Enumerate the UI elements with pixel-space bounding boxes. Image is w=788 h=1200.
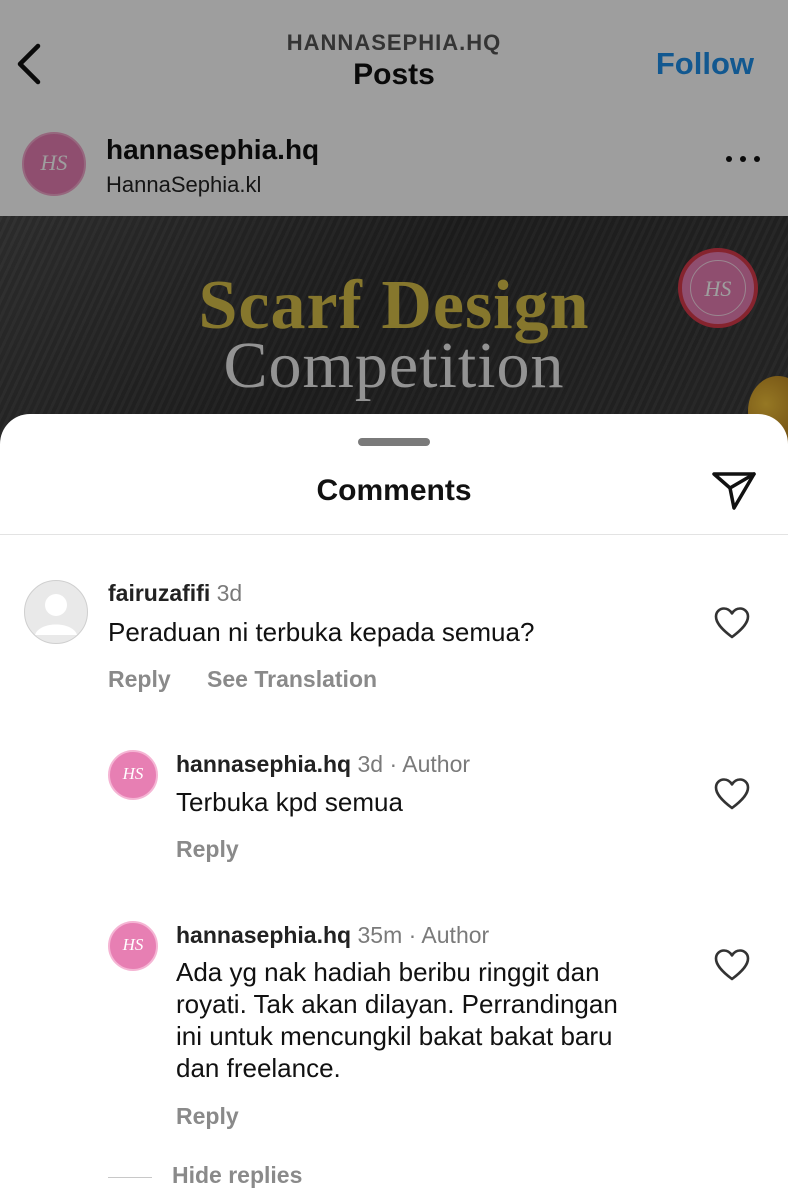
- avatar-monogram: HS: [122, 935, 144, 954]
- comment-actions: Reply: [176, 836, 269, 863]
- reply-button[interactable]: Reply: [176, 836, 239, 862]
- comment-text: Peraduan ni terbuka kepada semua?: [108, 616, 534, 648]
- share-button[interactable]: [710, 468, 758, 512]
- comment-time: 3d: [357, 751, 384, 777]
- comment-text: Terbuka kpd semua: [176, 786, 403, 818]
- comment-username[interactable]: fairuzafifi: [108, 580, 210, 606]
- heart-icon: [714, 949, 750, 981]
- sheet-grabber[interactable]: [358, 438, 430, 446]
- reply-item: HS hannasephia.hq 35m · Author Ada yg na…: [0, 414, 788, 1129]
- hide-replies-button[interactable]: Hide replies: [172, 1162, 302, 1189]
- paper-plane-icon: [712, 472, 756, 510]
- comment-meta: hannasephia.hq 3d · Author: [176, 751, 470, 778]
- comment-username[interactable]: hannasephia.hq: [176, 751, 351, 777]
- heart-icon: [714, 607, 750, 639]
- avatar[interactable]: HS: [108, 750, 158, 800]
- comment-time: 35m: [357, 922, 403, 948]
- like-button[interactable]: [714, 777, 750, 811]
- separator-dot: ·: [408, 922, 417, 948]
- avatar[interactable]: [24, 580, 88, 644]
- comments-sheet: Comments fairuzafifi 3d Peraduan ni terb…: [0, 414, 788, 1200]
- comment-username[interactable]: hannasephia.hq: [176, 922, 351, 948]
- comment-text-line: Peraduan ni terbuka kepada semua?: [108, 617, 535, 647]
- author-tag: Author: [421, 922, 490, 948]
- default-avatar-icon: [35, 594, 77, 635]
- separator-dot: ·: [389, 751, 398, 777]
- like-button[interactable]: [714, 606, 750, 640]
- avatar-monogram: HS: [122, 764, 144, 783]
- reply-button[interactable]: Reply: [108, 666, 171, 692]
- divider: [0, 534, 788, 535]
- comment-text-line: ini untuk mencungkil bakat bakat baru: [176, 1021, 613, 1051]
- reply-button[interactable]: Reply: [176, 1103, 239, 1129]
- comment-text-line: Ada yg nak hadiah beribu ringgit dan: [176, 957, 600, 987]
- comment-meta: hannasephia.hq 35m · Author: [176, 922, 489, 949]
- comment-actions: Reply See Translation: [108, 666, 407, 693]
- like-button[interactable]: [714, 948, 750, 982]
- comment-text: Ada yg nak hadiah beribu ringgit dan roy…: [176, 956, 618, 1084]
- sheet-title: Comments: [316, 474, 472, 507]
- comment-text-line: royati. Tak akan dilayan. Perrandingan: [176, 989, 618, 1019]
- comment-meta: fairuzafifi 3d: [108, 580, 242, 607]
- comment-text-line: Terbuka kpd semua: [176, 787, 403, 817]
- avatar[interactable]: HS: [108, 921, 158, 971]
- comment-text-line: dan freelance.: [176, 1053, 341, 1083]
- comment-time: 3d: [216, 580, 243, 606]
- see-translation-button[interactable]: See Translation: [207, 666, 377, 692]
- hide-replies-line: [108, 1177, 152, 1178]
- author-tag: Author: [402, 751, 471, 777]
- comment-actions: Reply: [176, 1103, 269, 1130]
- heart-icon: [714, 778, 750, 810]
